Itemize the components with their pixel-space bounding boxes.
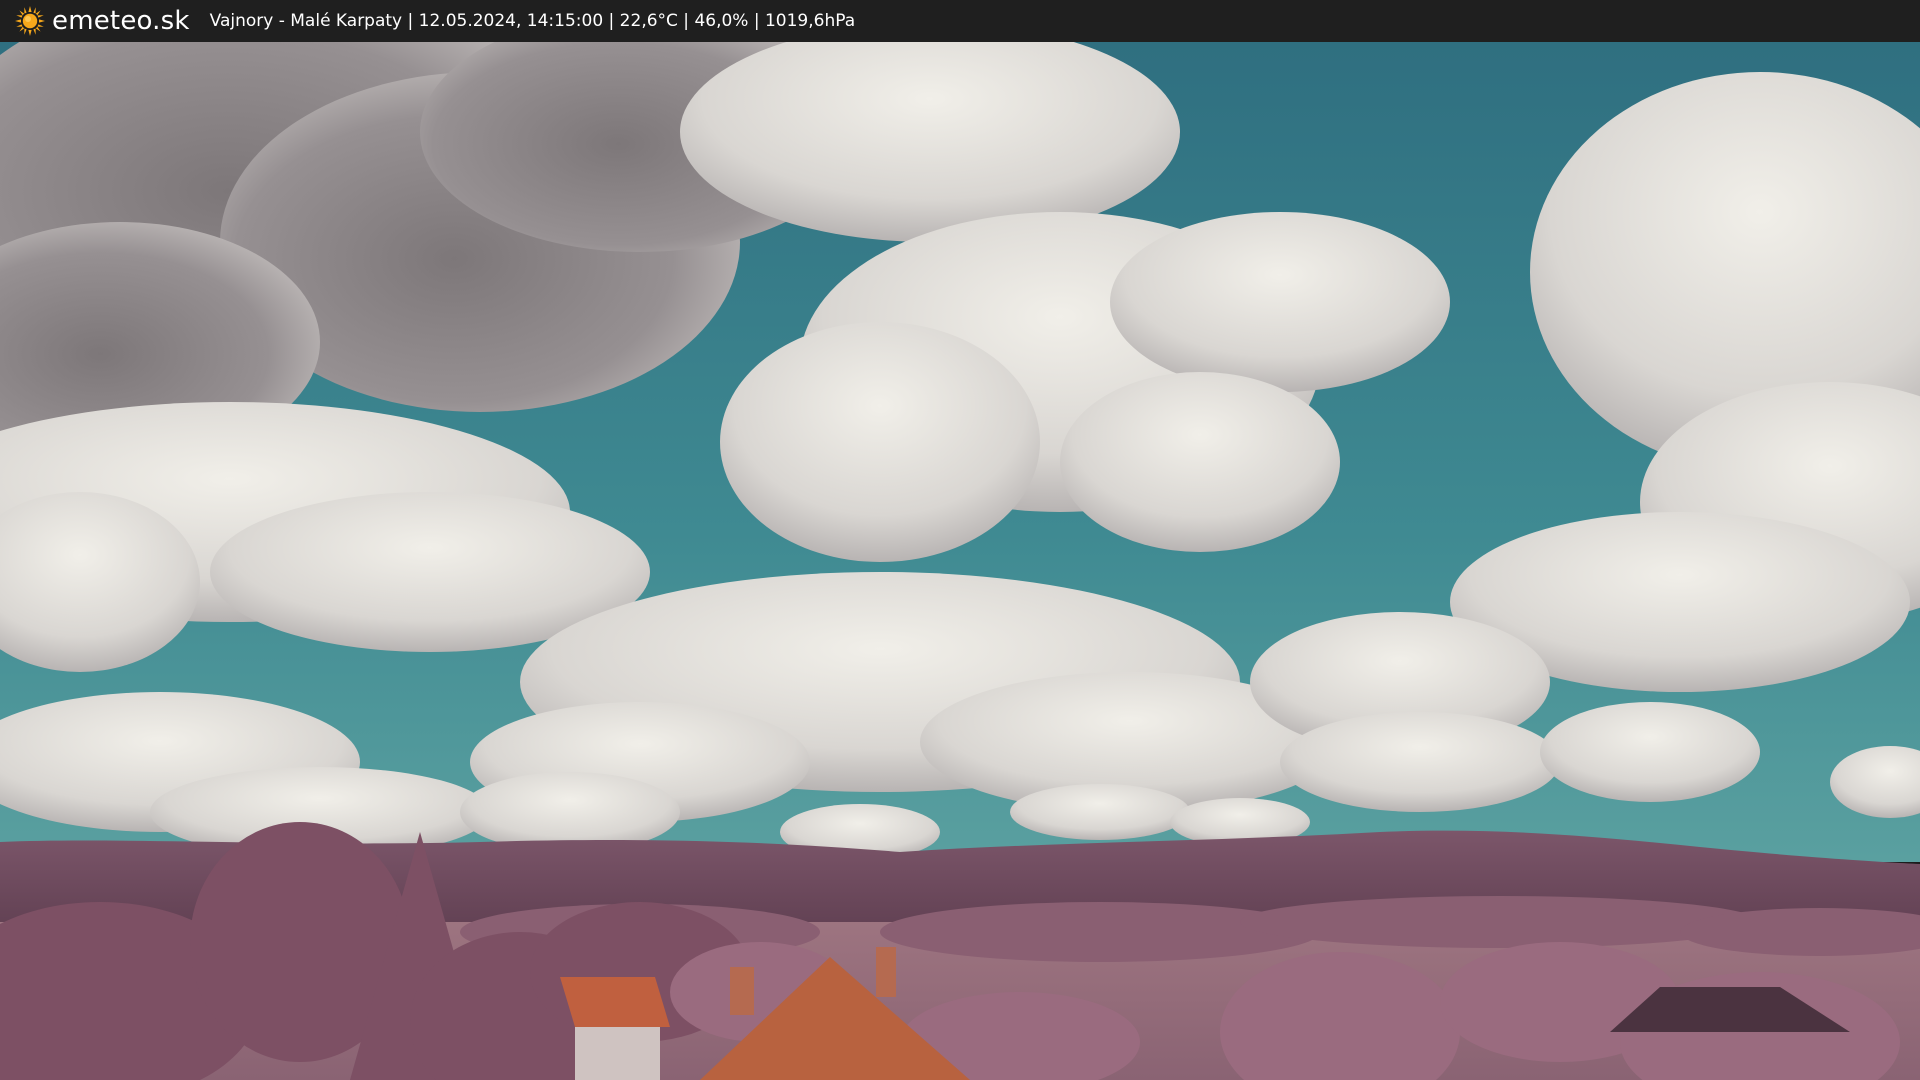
webcam-image [0,42,1920,1080]
webcam-scene [0,42,1920,1080]
webcam-viewer: emeteo.sk Vajnory - Malé Karpaty | 12.05… [0,0,1920,1080]
brand-logo[interactable]: emeteo.sk [14,5,190,37]
brand-name: emeteo.sk [52,6,190,36]
station-caption: Vajnory - Malé Karpaty | 12.05.2024, 14:… [209,11,856,31]
caption-bar: emeteo.sk Vajnory - Malé Karpaty | 12.05… [0,0,1920,42]
sun-icon [15,6,45,36]
